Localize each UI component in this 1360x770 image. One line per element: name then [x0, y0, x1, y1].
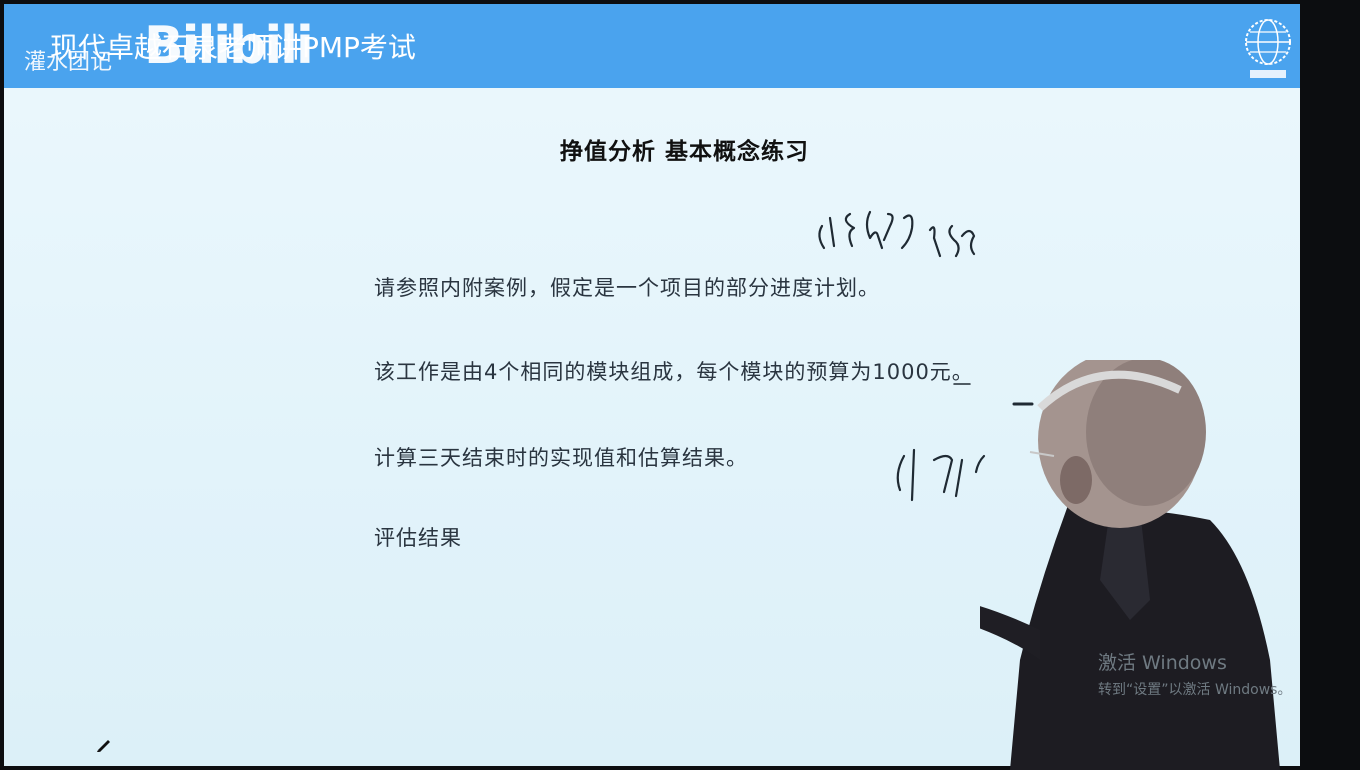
activation-hint: 转到“设置”以激活 Windows。 — [1098, 682, 1292, 698]
pen-cursor-icon — [97, 740, 110, 752]
windows-activation-notice: 激活 Windows 转到“设置”以激活 Windows。 — [1098, 648, 1291, 699]
right-black-margin — [1300, 0, 1360, 768]
activation-title: 激活 Windows — [1098, 652, 1227, 674]
presenter-figure — [980, 360, 1280, 770]
